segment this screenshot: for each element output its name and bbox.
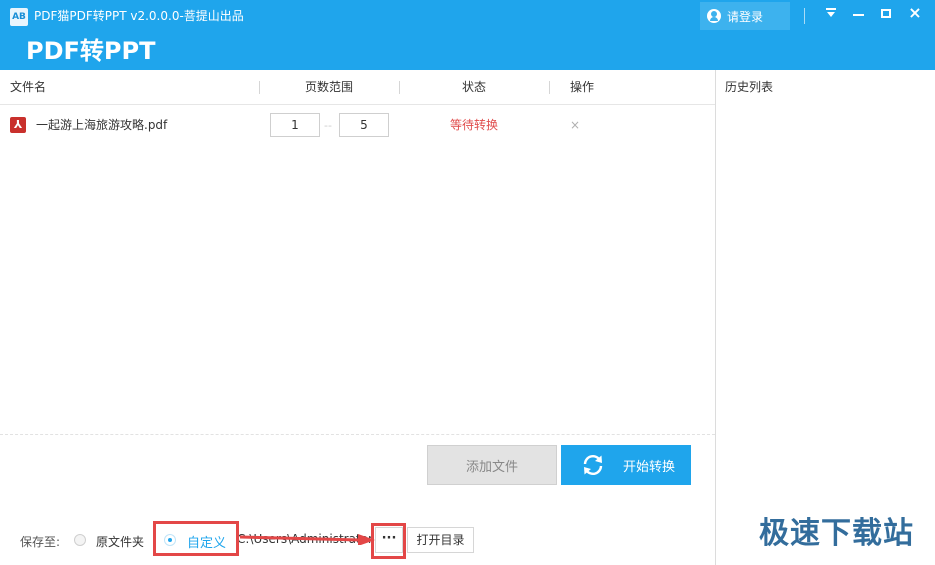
minimize-icon <box>852 14 864 16</box>
login-label: 请登录 <box>727 9 764 24</box>
menu-button[interactable] <box>818 2 844 24</box>
refresh-icon <box>583 455 603 475</box>
radio-original-folder-label[interactable]: 原文件夹 <box>96 533 144 550</box>
save-to-label: 保存至: <box>20 535 61 549</box>
page-from-input[interactable]: 1 <box>270 113 320 137</box>
column-divider <box>259 81 260 94</box>
table-row[interactable]: ⅄ 一起游上海旅游攻略.pdf 1 -- 5 等待转换 × <box>0 110 715 140</box>
file-name: 一起游上海旅游攻略.pdf <box>36 118 168 132</box>
menu-dropdown-icon <box>825 8 837 18</box>
annotation-highlight-browse <box>371 523 406 559</box>
add-file-button[interactable]: 添加文件 <box>427 445 557 485</box>
app-logo-icon: AB <box>10 8 28 26</box>
radio-original-folder[interactable] <box>74 534 86 546</box>
annotation-arrow-icon <box>240 534 375 545</box>
divider <box>0 434 715 435</box>
login-button[interactable]: 请登录 <box>700 2 790 30</box>
column-header-action: 操作 <box>570 80 595 94</box>
user-icon <box>707 9 721 23</box>
history-panel: 历史列表 <box>715 70 935 565</box>
page-to-input[interactable]: 5 <box>339 113 389 137</box>
column-divider <box>549 81 550 94</box>
maximize-icon <box>881 8 891 18</box>
minimize-button[interactable] <box>845 2 871 24</box>
annotation-highlight-custom <box>153 521 239 556</box>
app-name: PDF转PPT <box>26 37 156 65</box>
maximize-button[interactable] <box>873 2 899 24</box>
close-button[interactable]: × <box>902 2 928 24</box>
column-header-page-range: 页数范围 <box>305 80 354 94</box>
start-convert-button[interactable]: 开始转换 <box>561 445 691 485</box>
title-bar: AB PDF猫PDF转PPT v2.0.0.0-菩提山出品 PDF转PPT 请登… <box>0 0 935 70</box>
pdf-icon: ⅄ <box>10 117 26 133</box>
open-directory-button[interactable]: 打开目录 <box>407 527 474 553</box>
watermark-logo: 极速下载站 <box>759 516 914 551</box>
history-title: 历史列表 <box>725 80 774 94</box>
column-header-filename: 文件名 <box>10 80 47 94</box>
page-range-dash: -- <box>324 119 332 132</box>
file-list-panel: 文件名 页数范围 状态 操作 ⅄ 一起游上海旅游攻略.pdf 1 -- 5 等待… <box>0 70 715 565</box>
start-convert-label: 开始转换 <box>623 459 676 475</box>
table-header: 文件名 页数范围 状态 操作 <box>0 70 715 105</box>
column-header-status: 状态 <box>462 80 487 94</box>
column-divider <box>399 81 400 94</box>
delete-icon[interactable]: × <box>570 117 580 133</box>
window-title: PDF猫PDF转PPT v2.0.0.0-菩提山出品 <box>34 9 244 23</box>
title-separator <box>804 8 805 24</box>
status-text: 等待转换 <box>450 118 499 132</box>
close-icon: × <box>908 3 922 22</box>
